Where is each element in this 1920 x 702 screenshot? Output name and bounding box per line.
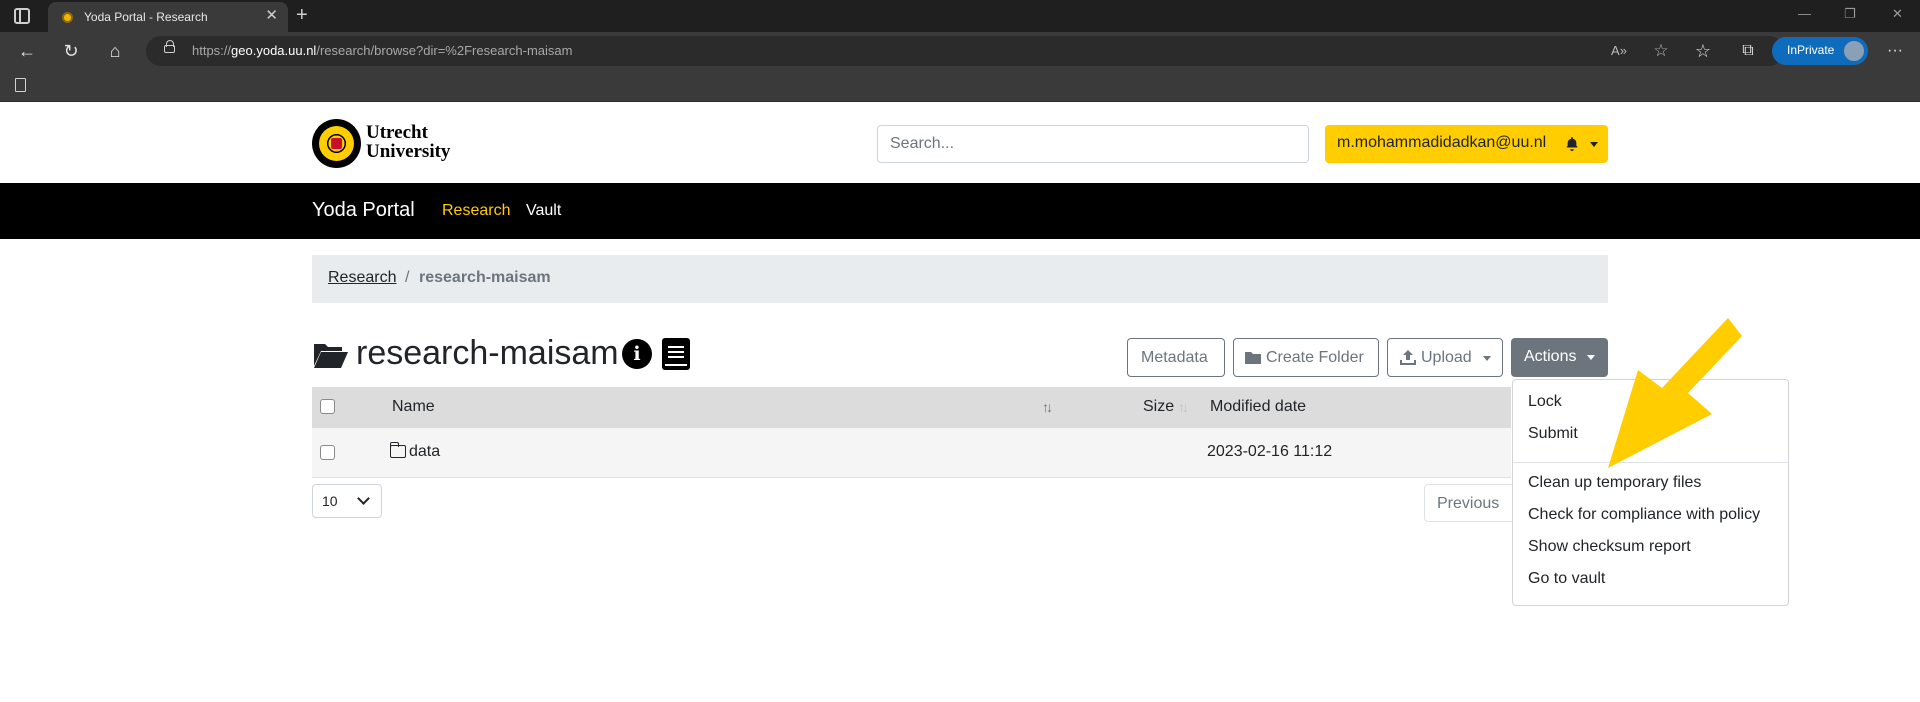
user-email: m.mohammadidadkan@uu.nl <box>1337 134 1547 151</box>
uu-logo[interactable]: Utrecht University <box>312 118 462 170</box>
page-size-select[interactable]: 10 <box>312 484 382 518</box>
user-menu-button[interactable]: m.mohammadidadkan@uu.nl <box>1325 125 1608 163</box>
menu-item-check-compliance[interactable]: Check for compliance with policy <box>1528 506 1760 524</box>
document-icon[interactable] <box>15 78 26 92</box>
home-icon[interactable]: ⌂ <box>104 40 126 62</box>
navbar-brand[interactable]: Yoda Portal <box>312 199 415 222</box>
favicon-icon <box>62 12 73 23</box>
menu-item-lock[interactable]: Lock <box>1528 393 1562 411</box>
page: Utrecht University m.mohammadidadkan@uu.… <box>0 102 1920 702</box>
sort-icon[interactable]: ↑↓ <box>1042 399 1053 415</box>
annotation-arrow-icon <box>1608 318 1742 468</box>
menu-item-submit[interactable]: Submit <box>1528 425 1578 443</box>
tab-title: Yoda Portal - Research <box>84 10 208 24</box>
row-modified: 2023-02-16 11:12 <box>1207 443 1333 460</box>
url-field[interactable]: https://geo.yoda.uu.nl/research/browse?d… <box>146 36 1784 66</box>
favorite-add-icon[interactable]: ☆ <box>1650 40 1672 62</box>
browser-tab[interactable]: Yoda Portal - Research ✕ <box>48 2 288 32</box>
favorites-icon[interactable]: ☆ <box>1692 40 1714 62</box>
column-header-name[interactable]: Name <box>392 398 435 416</box>
folder-open-icon <box>314 344 348 368</box>
sort-icon[interactable]: ↑↓ <box>1178 399 1189 415</box>
uu-wordmark: Utrecht University <box>366 122 451 162</box>
address-bar: ← ↻ ⌂ https://geo.yoda.uu.nl/research/br… <box>0 32 1920 70</box>
previous-page-button[interactable]: Previous <box>1424 484 1514 522</box>
nav-link-research[interactable]: Research <box>442 202 510 220</box>
chevron-down-icon <box>357 492 370 505</box>
info-icon[interactable]: i <box>622 339 652 369</box>
upload-button[interactable]: Upload <box>1387 338 1503 377</box>
column-header-modified[interactable]: Modified date <box>1210 398 1306 416</box>
actions-button[interactable]: Actions <box>1511 338 1608 377</box>
collections-icon[interactable]: ⧉ <box>1737 40 1759 62</box>
breadcrumb-separator: / <box>405 269 410 286</box>
chevron-down-icon <box>1483 356 1491 361</box>
table-row[interactable]: data 2023-02-16 11:12 <box>312 428 1511 478</box>
row-name[interactable]: data <box>409 443 440 461</box>
close-icon[interactable]: ✕ <box>265 8 278 23</box>
main-navbar: Yoda Portal Research Vault <box>0 183 1920 239</box>
window-close-icon[interactable]: ✕ <box>1892 7 1903 21</box>
profile-avatar <box>1842 39 1866 63</box>
folder-icon <box>1245 352 1261 364</box>
create-folder-button[interactable]: Create Folder <box>1233 338 1379 377</box>
chevron-down-icon <box>1590 142 1598 147</box>
menu-item-checksum-report[interactable]: Show checksum report <box>1528 538 1691 556</box>
uu-seal-icon <box>312 119 361 168</box>
menu-item-clean-up[interactable]: Clean up temporary files <box>1528 474 1701 492</box>
row-checkbox[interactable] <box>320 445 335 460</box>
browser-tab-bar: Yoda Portal - Research ✕ + — ❐ ✕ <box>0 0 1920 32</box>
metadata-button[interactable]: Metadata <box>1127 338 1225 377</box>
search-input[interactable] <box>877 125 1309 163</box>
book-icon[interactable] <box>662 338 690 370</box>
nav-link-vault[interactable]: Vault <box>526 202 561 220</box>
tab-actions-icon[interactable] <box>14 8 30 24</box>
breadcrumb-current: research-maisam <box>419 269 551 286</box>
bookmark-bar <box>0 70 1920 102</box>
new-tab-icon[interactable]: + <box>296 4 308 26</box>
upload-icon <box>1400 350 1416 365</box>
restore-icon[interactable]: ❐ <box>1844 7 1856 21</box>
lock-icon[interactable] <box>164 40 175 53</box>
menu-item-go-to-vault[interactable]: Go to vault <box>1528 570 1605 588</box>
column-header-size[interactable]: Size <box>1143 398 1174 416</box>
back-icon[interactable]: ← <box>16 40 38 62</box>
refresh-icon[interactable]: ↻ <box>60 40 82 62</box>
select-all-checkbox[interactable] <box>320 399 335 414</box>
folder-icon <box>389 442 406 458</box>
table-header: Name ↑↓ Size ↑↓ Modified date <box>312 387 1511 428</box>
breadcrumb: Research / research-maisam <box>312 255 1608 303</box>
chevron-down-icon <box>1587 355 1595 360</box>
minimize-icon[interactable]: — <box>1798 7 1811 21</box>
read-aloud-icon[interactable]: A» <box>1608 40 1630 62</box>
page-title: research-maisam <box>356 334 619 372</box>
inprivate-badge[interactable]: InPrivate <box>1772 37 1868 65</box>
url-text: https://geo.yoda.uu.nl/research/browse?d… <box>192 43 573 58</box>
breadcrumb-root[interactable]: Research <box>328 269 396 287</box>
bell-icon <box>1566 137 1578 151</box>
more-icon[interactable]: ··· <box>1884 40 1906 62</box>
